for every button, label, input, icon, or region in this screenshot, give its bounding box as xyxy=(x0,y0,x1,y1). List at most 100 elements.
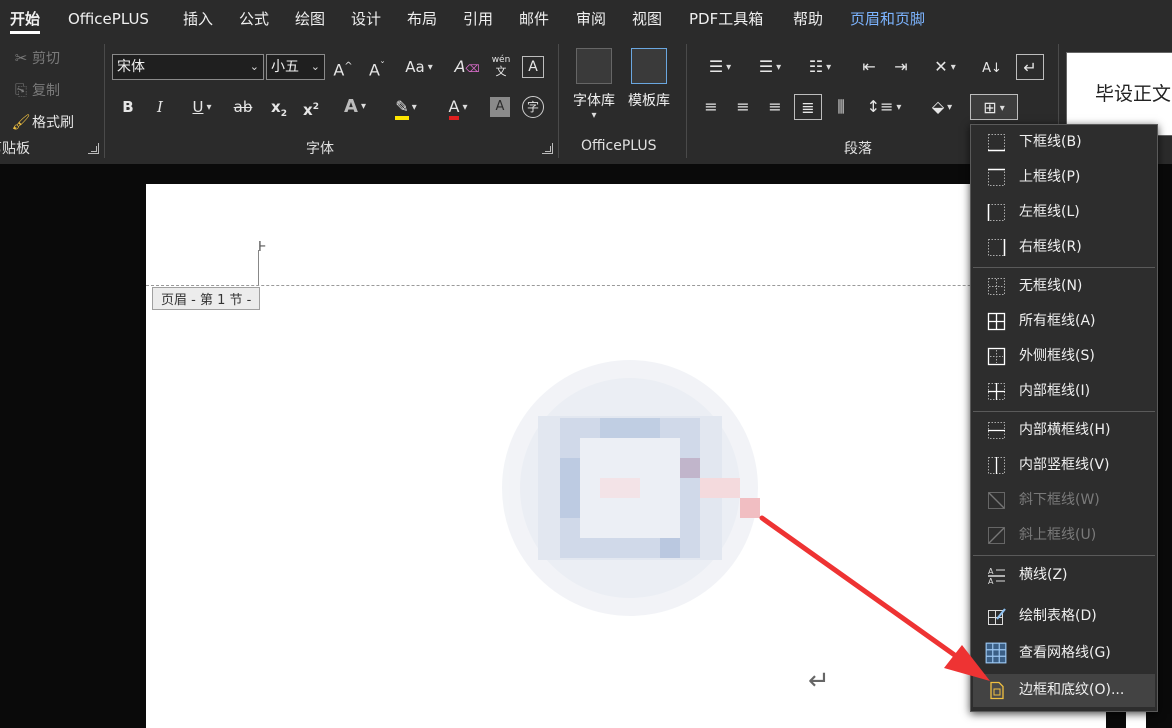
clipboard-launcher-icon[interactable] xyxy=(88,143,99,154)
chinese-layout-button[interactable]: ✕ ▾ xyxy=(924,54,966,80)
paragraph-return-icon: ↵ xyxy=(808,666,830,696)
scissors-icon: ✂ xyxy=(14,49,28,67)
menu-item-border-bottom[interactable]: 下框线(B) xyxy=(973,126,1155,159)
menu-item-draw-table[interactable]: 绘制表格(D) xyxy=(973,600,1155,633)
menu-item-border-inside-horizontal[interactable]: 内部横框线(H) xyxy=(973,414,1155,447)
line-spacing-button[interactable]: ↕≡ ▾ xyxy=(862,94,906,120)
menu-item-border-all[interactable]: 所有框线(A) xyxy=(973,305,1155,338)
copy-button[interactable]: ⎘ 复制 xyxy=(10,78,60,102)
paragraph-group-label: 段落 xyxy=(844,141,872,157)
italic-button[interactable]: I xyxy=(150,94,170,120)
underline-label: U xyxy=(192,98,204,116)
text-cursor-line xyxy=(258,250,259,286)
align-center-button[interactable]: ≡ xyxy=(730,94,756,120)
character-border-button[interactable]: A xyxy=(522,56,544,78)
tab-design[interactable]: 设计 xyxy=(351,0,381,38)
template-search-icon xyxy=(631,48,667,84)
superscript-label: x xyxy=(303,101,313,119)
font-launcher-icon[interactable] xyxy=(542,143,553,154)
tab-pdf-toolbox[interactable]: PDF工具箱 xyxy=(689,0,763,38)
template-library-button[interactable]: 模板库 xyxy=(623,48,675,110)
numbering-button[interactable]: ☰ ▾ xyxy=(748,54,792,80)
tab-home[interactable]: 开始 xyxy=(10,0,41,38)
distributed-button[interactable]: ⫼ xyxy=(828,94,854,120)
format-painter-label: 格式刷 xyxy=(32,115,74,131)
menu-item-horizontal-line[interactable]: AA 横线(Z) xyxy=(973,559,1155,592)
divider xyxy=(558,44,559,158)
menu-item-label: 横线(Z) xyxy=(1019,567,1068,583)
multilevel-list-button[interactable]: ☷ ▾ xyxy=(798,54,842,80)
chevron-down-icon: ⌄ xyxy=(310,60,320,73)
clear-formatting-button[interactable]: A⌫ xyxy=(454,54,480,80)
menu-item-border-inside-vertical[interactable]: 内部竖框线(V) xyxy=(973,449,1155,482)
menu-item-border-none[interactable]: 无框线(N) xyxy=(973,270,1155,303)
tab-help[interactable]: 帮助 xyxy=(793,0,823,38)
cut-button[interactable]: ✂ 剪切 xyxy=(10,46,60,70)
text-effects-button[interactable]: A ▾ xyxy=(336,94,374,120)
menu-item-view-gridlines[interactable]: 查看网格线(G) xyxy=(973,637,1155,670)
template-library-label: 模板库 xyxy=(628,93,670,109)
highlight-color-button[interactable]: ✎ ▾ xyxy=(384,94,428,120)
tab-mailings[interactable]: 邮件 xyxy=(519,0,549,38)
enclose-characters-button[interactable]: 字 xyxy=(522,96,544,118)
tab-review[interactable]: 审阅 xyxy=(576,0,606,38)
superscript-button[interactable]: x2 xyxy=(298,94,324,120)
tab-layout[interactable]: 布局 xyxy=(407,0,437,38)
underline-button[interactable]: U ▾ xyxy=(182,94,222,120)
border-inside-vertical-icon xyxy=(988,457,1005,474)
font-library-button[interactable]: 字体库 ▾ xyxy=(568,48,620,121)
border-left-icon xyxy=(987,204,1005,221)
change-case-button[interactable]: Aa ▾ xyxy=(398,54,440,80)
tab-insert[interactable]: 插入 xyxy=(183,0,213,38)
menu-item-label: 内部横框线(H) xyxy=(1019,422,1111,438)
menu-item-border-outside[interactable]: 外侧框线(S) xyxy=(973,340,1155,373)
bullets-button[interactable]: ☰ ▾ xyxy=(698,54,742,80)
officeplus-group-label: OfficePLUS xyxy=(581,138,657,154)
font-name-select[interactable]: 宋体 ⌄ xyxy=(112,54,264,80)
shrink-font-button[interactable]: Aˇ xyxy=(364,54,390,80)
shading-button[interactable]: ⬙ ▾ xyxy=(920,94,964,120)
menu-item-label: 左框线(L) xyxy=(1019,204,1080,220)
menu-item-border-diagonal-up: 斜上框线(U) xyxy=(973,519,1155,552)
menu-item-border-left[interactable]: 左框线(L) xyxy=(973,196,1155,229)
border-diagonal-up-icon xyxy=(988,527,1005,544)
menu-divider xyxy=(973,411,1155,412)
format-painter-button[interactable]: 🖌格式刷 xyxy=(10,110,74,134)
menu-item-border-top[interactable]: 上框线(P) xyxy=(973,161,1155,194)
subscript-button[interactable]: x2 xyxy=(266,94,292,120)
decrease-indent-button[interactable]: ⇤ xyxy=(856,54,882,80)
font-size-select[interactable]: 小五 ⌄ xyxy=(266,54,325,80)
justify-button[interactable]: ≣ xyxy=(794,94,822,120)
menu-item-border-right[interactable]: 右框线(R) xyxy=(973,231,1155,264)
tab-references[interactable]: 引用 xyxy=(463,0,493,38)
menu-item-label: 斜下框线(W) xyxy=(1019,492,1100,508)
menu-item-borders-and-shading[interactable]: 边框和底纹(O)... xyxy=(973,674,1155,707)
sort-button[interactable]: A↓ xyxy=(978,54,1006,80)
subscript-label: x xyxy=(271,98,281,116)
show-marks-button[interactable]: ↵ xyxy=(1016,54,1044,80)
increase-indent-icon: ⇥ xyxy=(894,57,908,76)
font-library-icon xyxy=(576,48,612,84)
text-cursor-icon: Ⱶ xyxy=(258,240,267,255)
align-left-button[interactable]: ≡ xyxy=(698,94,724,120)
bullet-list-icon: ☰ xyxy=(708,57,724,76)
grow-font-button[interactable]: A^ xyxy=(330,54,356,80)
tab-header-footer[interactable]: 页眉和页脚 xyxy=(850,0,925,38)
menu-item-label: 下框线(B) xyxy=(1019,134,1082,150)
divider xyxy=(686,44,687,158)
copy-icon: ⎘ xyxy=(14,81,27,99)
character-shading-button[interactable]: A xyxy=(490,97,510,117)
svg-text:A: A xyxy=(988,577,994,585)
tab-officeplus[interactable]: OfficePLUS xyxy=(68,0,149,38)
font-color-button[interactable]: A ▾ xyxy=(436,94,480,120)
increase-indent-button[interactable]: ⇥ xyxy=(888,54,914,80)
align-right-button[interactable]: ≡ xyxy=(762,94,788,120)
menu-item-border-inside[interactable]: 内部框线(I) xyxy=(973,375,1155,408)
tab-draw[interactable]: 绘图 xyxy=(295,0,325,38)
borders-button[interactable]: ⊞ ▾ xyxy=(970,94,1018,120)
strikethrough-button[interactable]: ab xyxy=(230,94,256,120)
phonetic-guide-button[interactable]: wén 文 xyxy=(488,52,514,78)
tab-formula[interactable]: 公式 xyxy=(239,0,269,38)
tab-view[interactable]: 视图 xyxy=(632,0,662,38)
bold-button[interactable]: B xyxy=(118,94,138,120)
